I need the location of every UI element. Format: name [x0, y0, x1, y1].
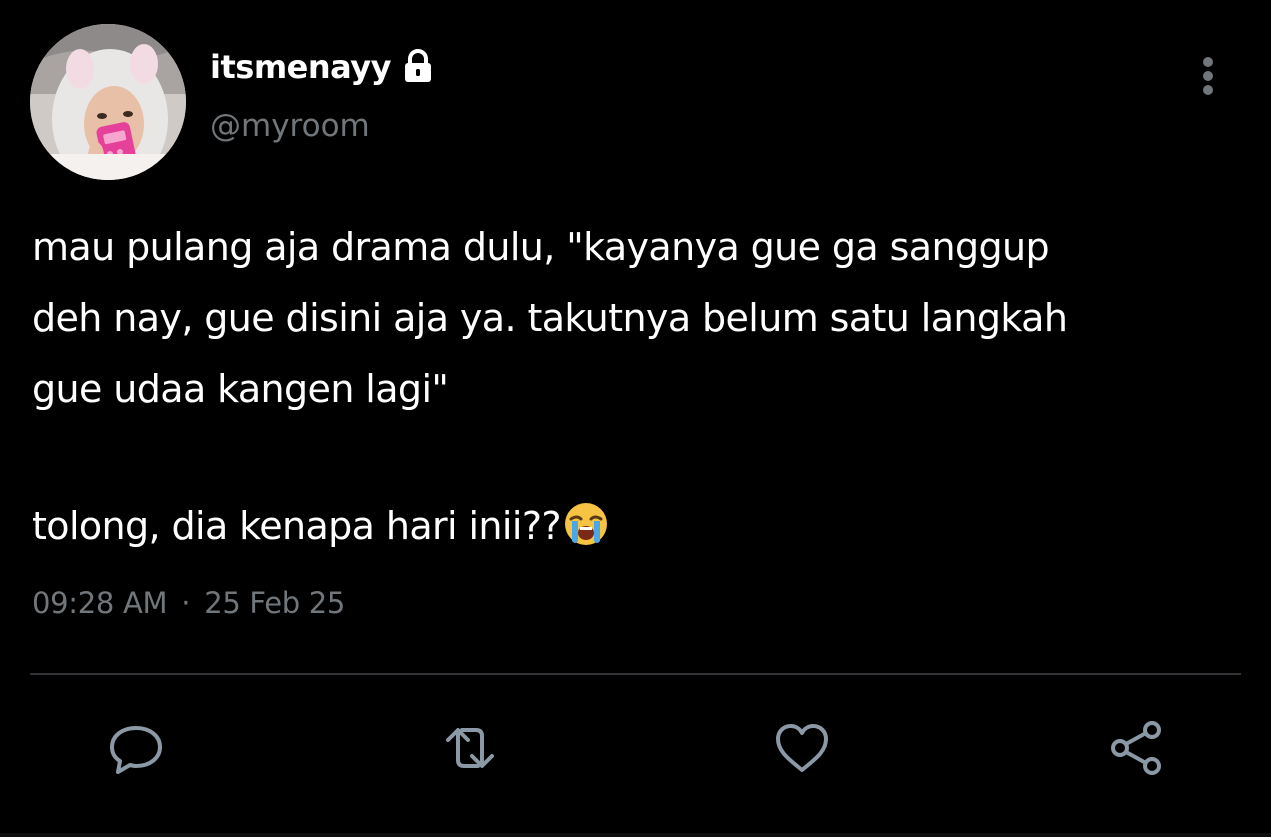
bottom-strip	[0, 833, 1271, 837]
heart-icon	[776, 724, 828, 772]
user-handle[interactable]: @myroom	[210, 108, 370, 144]
tweet-card: itsmenayy @myroom mau pulang aja drama d…	[0, 0, 1271, 837]
avatar[interactable]	[30, 24, 186, 180]
retweet-button[interactable]	[438, 716, 502, 780]
tweet-line: mau pulang aja drama dulu, "kayanya gue …	[32, 225, 1050, 269]
tweet-second-paragraph: tolong, dia kenapa hari inii??	[32, 504, 562, 548]
tweet-text: mau pulang aja drama dulu, "kayanya gue …	[32, 212, 1242, 562]
meta-separator: ·	[181, 586, 191, 620]
reply-button[interactable]	[104, 716, 168, 780]
share-button[interactable]	[1104, 716, 1168, 780]
retweet-icon	[446, 728, 494, 768]
tweet-line: deh nay, gue disini aja ya. takutnya bel…	[32, 296, 1068, 340]
avatar-photo-icon	[30, 24, 186, 180]
tweet-date: 25 Feb 25	[204, 586, 346, 620]
like-button[interactable]	[770, 716, 834, 780]
divider	[30, 673, 1241, 675]
share-icon	[1111, 721, 1161, 775]
more-options-button[interactable]	[1188, 52, 1228, 100]
lock-icon	[404, 49, 431, 82]
tweet-line: tolong, dia kenapa hari inii??	[32, 491, 1242, 562]
tweet-time: 09:28 AM	[32, 586, 168, 620]
more-vertical-icon	[1203, 57, 1213, 95]
tweet-meta: 09:28 AM · 25 Feb 25	[32, 586, 345, 620]
comment-icon	[110, 726, 162, 774]
display-name-row: itsmenayy	[210, 42, 437, 92]
loudly-crying-face-icon	[564, 503, 607, 545]
display-name[interactable]: itsmenayy	[210, 48, 391, 86]
tweet-line: gue udaa kangen lagi"	[32, 367, 449, 411]
